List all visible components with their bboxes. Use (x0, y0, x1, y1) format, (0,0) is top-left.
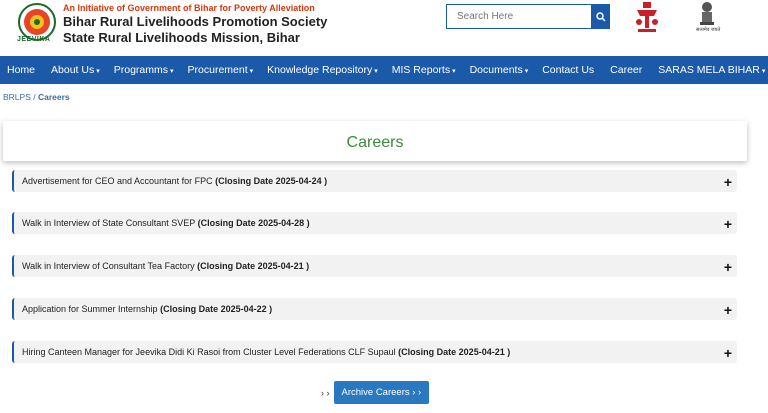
career-title: Hiring Canteen Manager for Jeevika Didi … (22, 347, 399, 357)
career-title: Walk in Interview of Consultant Tea Fact… (22, 261, 198, 271)
breadcrumb-root[interactable]: BRLPS (3, 92, 31, 102)
career-title: Application for Summer Internship (22, 304, 161, 314)
search-input[interactable] (446, 4, 591, 29)
search-button[interactable] (591, 4, 610, 29)
closing-date: (Closing Date 2025-04-21 ) (398, 347, 511, 357)
nav-documents[interactable]: Documents ▾ (463, 64, 536, 76)
career-title: Advertisement for CEO and Accountant for… (22, 176, 216, 186)
site-header: JEEVIKA An Initiative of Government of B… (0, 0, 768, 56)
career-item[interactable]: Application for Summer Internship (Closi… (12, 298, 737, 320)
nav-knowledge-repository[interactable]: Knowledge Repository ▾ (260, 64, 385, 76)
expand-icon[interactable]: + (724, 175, 732, 189)
closing-date: (Closing Date 2025-04-24 ) (215, 176, 328, 186)
chevron-down-icon: ▾ (249, 68, 254, 75)
chevron-down-icon: ▾ (761, 68, 766, 75)
breadcrumb: BRLPS / Careers (3, 92, 70, 102)
chevron-down-icon: ▾ (170, 68, 174, 75)
nav-mis-reports[interactable]: MIS Reports ▾ (385, 64, 463, 76)
search-icon (595, 11, 606, 22)
archive-row: › › Archive Careers › › (321, 381, 430, 404)
tagline: An Initiative of Government of Bihar for… (63, 3, 315, 13)
expand-icon[interactable]: + (724, 346, 732, 360)
logo-text: JEEVIKA (17, 36, 51, 43)
nav-programms[interactable]: Programms ▾ (107, 64, 181, 76)
closing-date: (Closing Date 2025-04-22 ) (160, 304, 273, 314)
chevron-down-icon: ▾ (452, 68, 456, 75)
nav-about-us[interactable]: About Us ▾ (44, 64, 107, 76)
expand-icon[interactable]: + (724, 260, 732, 274)
career-item[interactable]: Hiring Canteen Manager for Jeevika Didi … (12, 341, 737, 363)
career-item[interactable]: Advertisement for CEO and Accountant for… (12, 170, 737, 192)
archive-careers-button[interactable]: Archive Careers › › (333, 381, 430, 404)
nav-procurement[interactable]: Procurement ▾ (181, 64, 261, 76)
chevron-down-icon: ▾ (96, 68, 100, 75)
career-item[interactable]: Walk in Interview of State Consultant SV… (12, 212, 737, 234)
org-subname: State Rural Livelihoods Mission, Bihar (63, 30, 300, 45)
chevron-down-icon: ▾ (524, 68, 529, 75)
nav-saras-mela-bihar[interactable]: SARAS MELA BIHAR ▾ (651, 64, 768, 76)
career-title: Walk in Interview of State Consultant SV… (22, 218, 198, 228)
chevron-down-icon: ▾ (374, 68, 378, 75)
nav-career[interactable]: Career (603, 64, 651, 76)
closing-date: (Closing Date 2025-04-21 ) (197, 261, 310, 271)
main-nav: Home About Us ▾ Programms ▾ Procurement ▾ K… (0, 56, 768, 84)
career-item[interactable]: Walk in Interview of Consultant Tea Fact… (12, 255, 737, 277)
arrows-icon: › › (321, 387, 330, 398)
expand-icon[interactable]: + (724, 217, 732, 231)
nav-home[interactable]: Home (0, 64, 44, 76)
nav-contact-us[interactable]: Contact Us (535, 64, 603, 76)
bihar-emblem-icon (636, 2, 658, 32)
emblem-caption: सत्यमेव जयते (696, 27, 721, 33)
closing-date: (Closing Date 2025-04-28 ) (197, 218, 310, 228)
page-title: Careers (346, 134, 404, 151)
expand-icon[interactable]: + (724, 303, 732, 317)
org-name: Bihar Rural Livelihoods Promotion Societ… (63, 14, 328, 29)
search-box (446, 4, 610, 29)
breadcrumb-current: Careers (37, 92, 70, 102)
page-title-box: Careers (3, 121, 747, 161)
